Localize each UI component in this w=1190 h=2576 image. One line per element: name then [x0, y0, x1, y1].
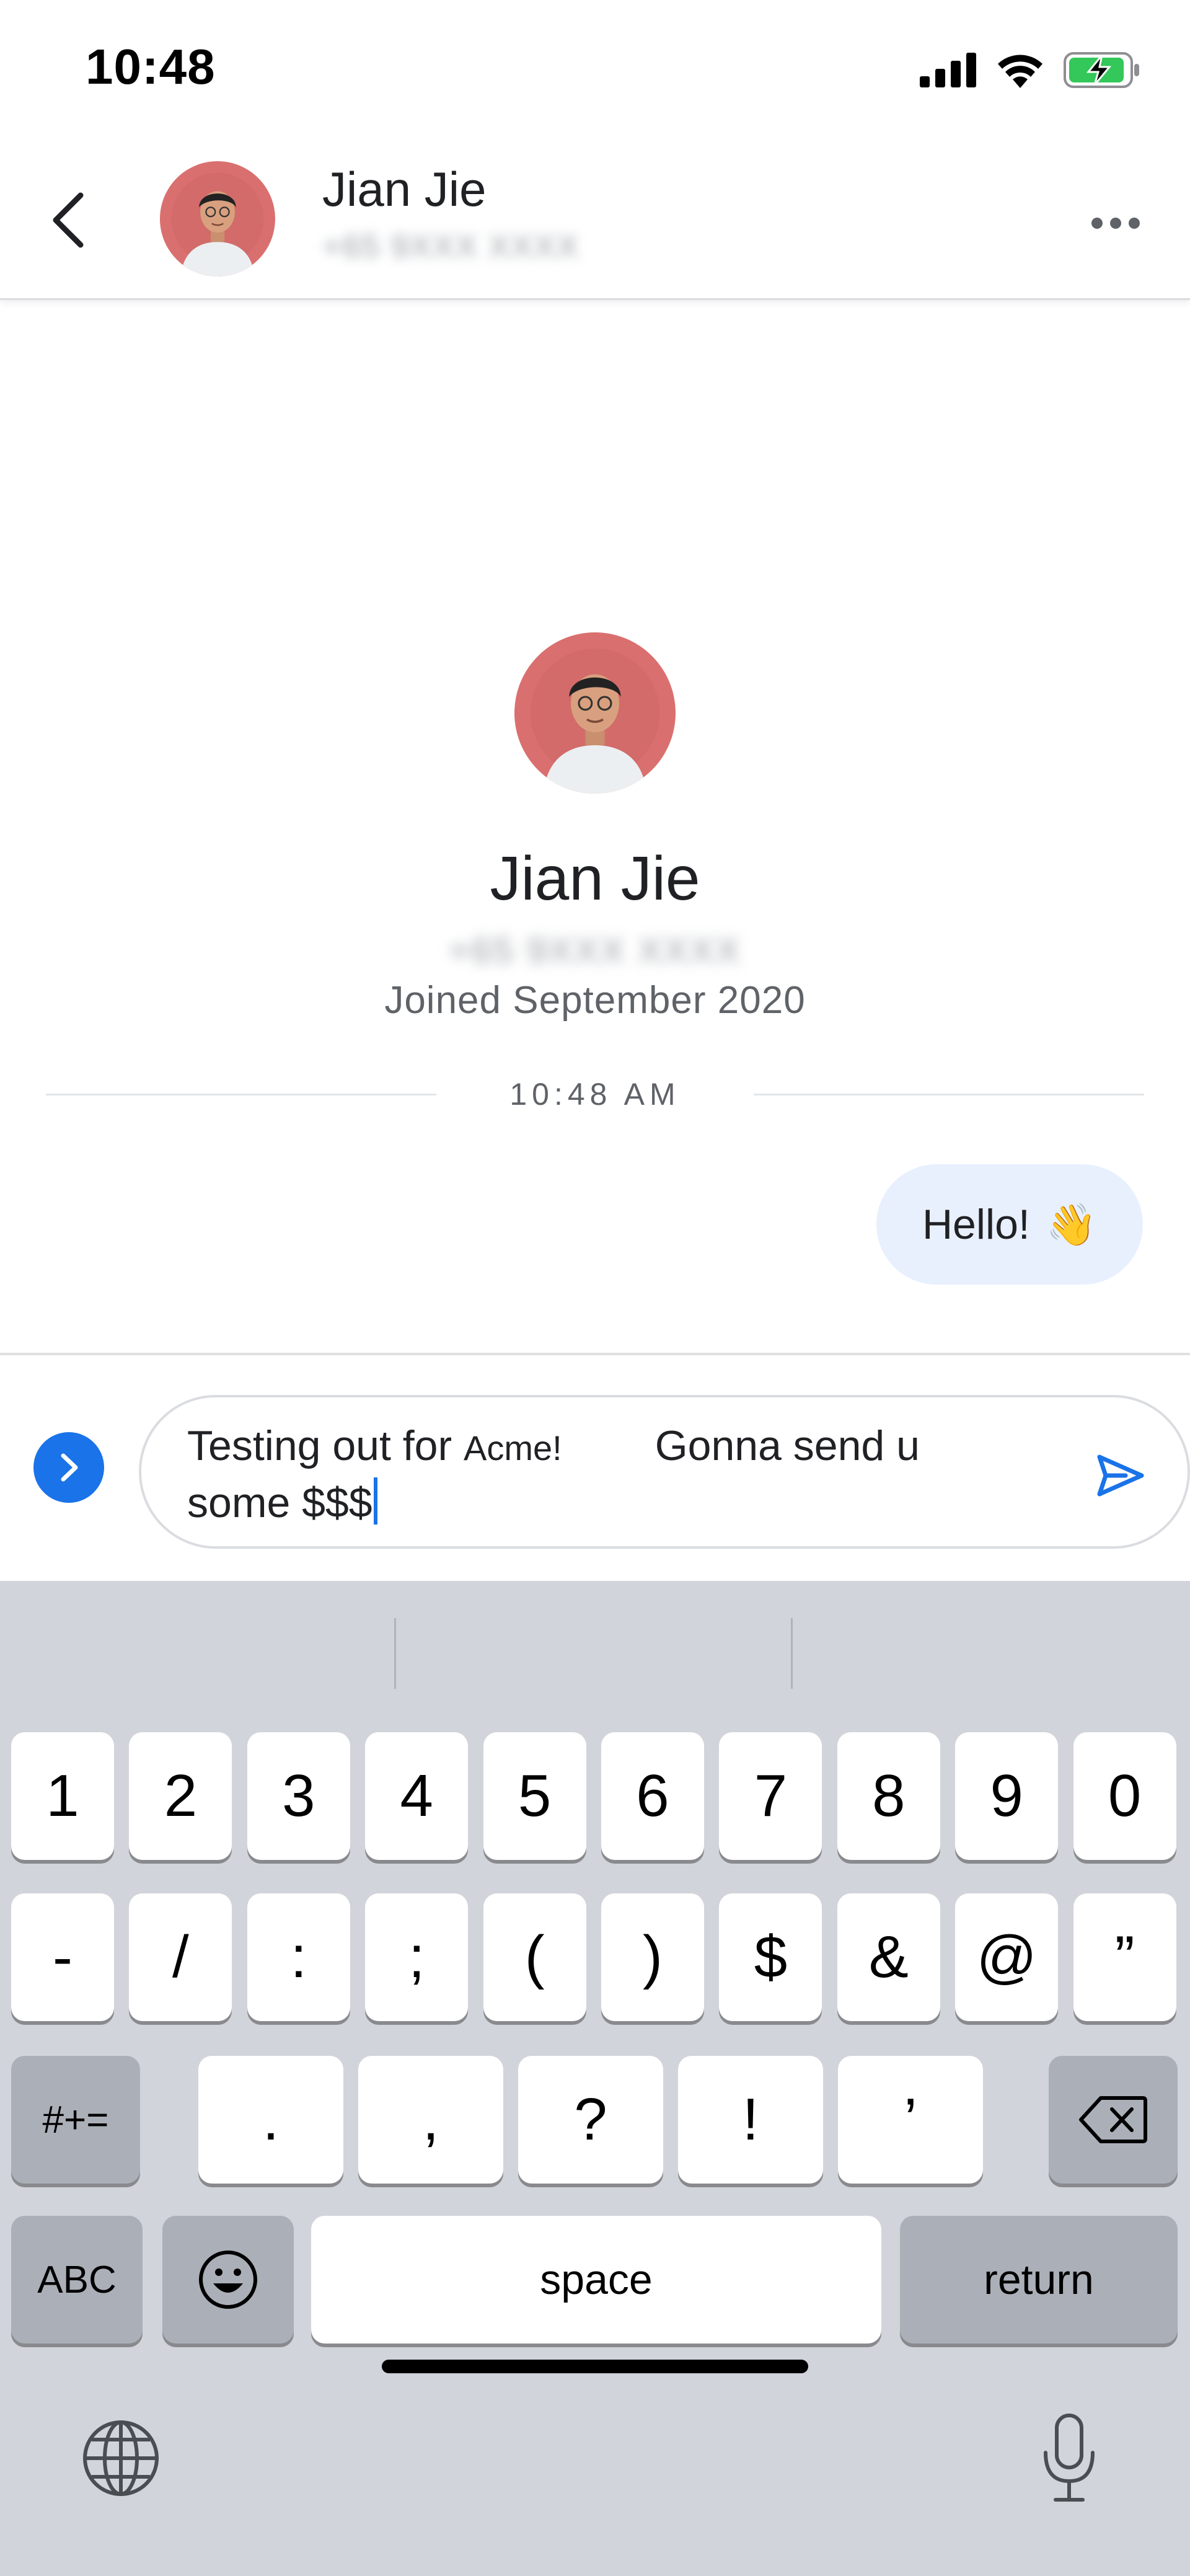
home-indicator [382, 2360, 808, 2373]
character-key[interactable]: & [837, 1893, 940, 2021]
abc-key[interactable]: ABC [11, 2216, 143, 2344]
back-button[interactable] [37, 186, 99, 254]
character-key[interactable]: 1 [11, 1732, 114, 1860]
avatar-photo [514, 632, 676, 794]
profile-avatar [514, 632, 676, 794]
character-key[interactable]: 2 [129, 1732, 232, 1860]
profile-name: Jian Jie [490, 844, 700, 913]
suggestion-bar [0, 1581, 1190, 1736]
input-brand-text: Acme! [464, 1428, 562, 1467]
character-key[interactable]: 4 [365, 1732, 469, 1860]
status-time: 10:48 [86, 39, 216, 94]
profile-phone: +65 9XXX XXXX [448, 931, 742, 971]
emoji-key[interactable] [162, 2216, 294, 2344]
microphone-button[interactable] [1023, 2406, 1116, 2511]
conversation-header: Jian Jie +65 9XXX XXXX [0, 143, 1190, 300]
punctuation-key[interactable]: ! [678, 2056, 823, 2184]
more-options-button[interactable] [1078, 198, 1153, 248]
message-input-text[interactable]: Testing out for Acme! Gonna send u some $… [187, 1419, 1018, 1530]
send-button[interactable] [1090, 1445, 1152, 1507]
character-key[interactable]: 5 [483, 1732, 586, 1860]
character-key[interactable]: ” [1073, 1893, 1176, 2021]
mic-icon [1044, 2414, 1095, 2502]
character-key[interactable]: 9 [955, 1732, 1059, 1860]
input-text-part: Testing out for [187, 1422, 464, 1469]
character-key[interactable]: 8 [837, 1732, 940, 1860]
backspace-key[interactable] [1049, 2056, 1178, 2184]
expand-icon [61, 1453, 78, 1482]
space-key[interactable]: space [311, 2216, 881, 2344]
character-key[interactable]: @ [955, 1893, 1059, 2021]
character-key[interactable]: 3 [247, 1732, 350, 1860]
signal-icon [920, 53, 976, 87]
contact-phone: +65 9XXX XXXX [322, 229, 580, 265]
character-key[interactable]: ) [601, 1893, 704, 2021]
character-key[interactable]: ; [365, 1893, 469, 2021]
character-key[interactable]: ( [483, 1893, 586, 2021]
emoji-icon [199, 2251, 257, 2309]
globe-button[interactable] [74, 2412, 167, 2505]
divider-line [754, 1094, 1144, 1095]
character-key[interactable]: 0 [1073, 1732, 1176, 1860]
avatar-photo [160, 161, 275, 277]
back-icon [53, 192, 84, 248]
message-input[interactable]: Testing out for Acme! Gonna send u some $… [139, 1395, 1190, 1549]
send-icon [1097, 1454, 1144, 1497]
battery-charging-icon [1064, 52, 1139, 88]
backspace-icon [1079, 2096, 1147, 2143]
suggestion-separator [394, 1618, 396, 1689]
punctuation-key[interactable]: ’ [838, 2056, 983, 2184]
sent-message-bubble[interactable]: Hello! 👋 [876, 1164, 1143, 1285]
status-icons [920, 48, 1140, 92]
status-bar: 10:48 [0, 0, 1190, 143]
suggestion-separator [791, 1618, 793, 1689]
expand-button[interactable] [33, 1432, 104, 1503]
message-text: Hello! [922, 1201, 1030, 1248]
symbols-key[interactable]: #+= [11, 2056, 140, 2184]
waving-hand-emoji: 👋 [1046, 1202, 1097, 1247]
contact-avatar[interactable] [160, 161, 275, 277]
return-key[interactable]: return [900, 2216, 1178, 2344]
globe-icon [83, 2420, 159, 2496]
character-key[interactable]: / [129, 1893, 232, 2021]
character-key[interactable]: 6 [601, 1732, 704, 1860]
punctuation-key[interactable]: ? [518, 2056, 663, 2184]
wifi-icon [998, 55, 1042, 88]
character-key[interactable]: $ [719, 1893, 822, 2021]
contact-name: Jian Jie [322, 162, 487, 216]
more-icon [1091, 218, 1103, 229]
punctuation-key[interactable]: . [198, 2056, 343, 2184]
joined-date: Joined September 2020 [384, 979, 806, 1022]
character-key[interactable]: 7 [719, 1732, 822, 1860]
punctuation-key[interactable]: , [358, 2056, 503, 2184]
timestamp-divider: 10:48 AM [46, 1073, 1144, 1116]
text-caret [373, 1477, 377, 1525]
keyboard: 1234567890 - /:;() $ & @” #+= .,?!’ ABC spac… [0, 1581, 1190, 2576]
compose-bar: Testing out for Acme! Gonna send u some $… [0, 1353, 1190, 1581]
character-key[interactable]: - [11, 1893, 114, 2021]
character-key[interactable]: : [247, 1893, 350, 2021]
